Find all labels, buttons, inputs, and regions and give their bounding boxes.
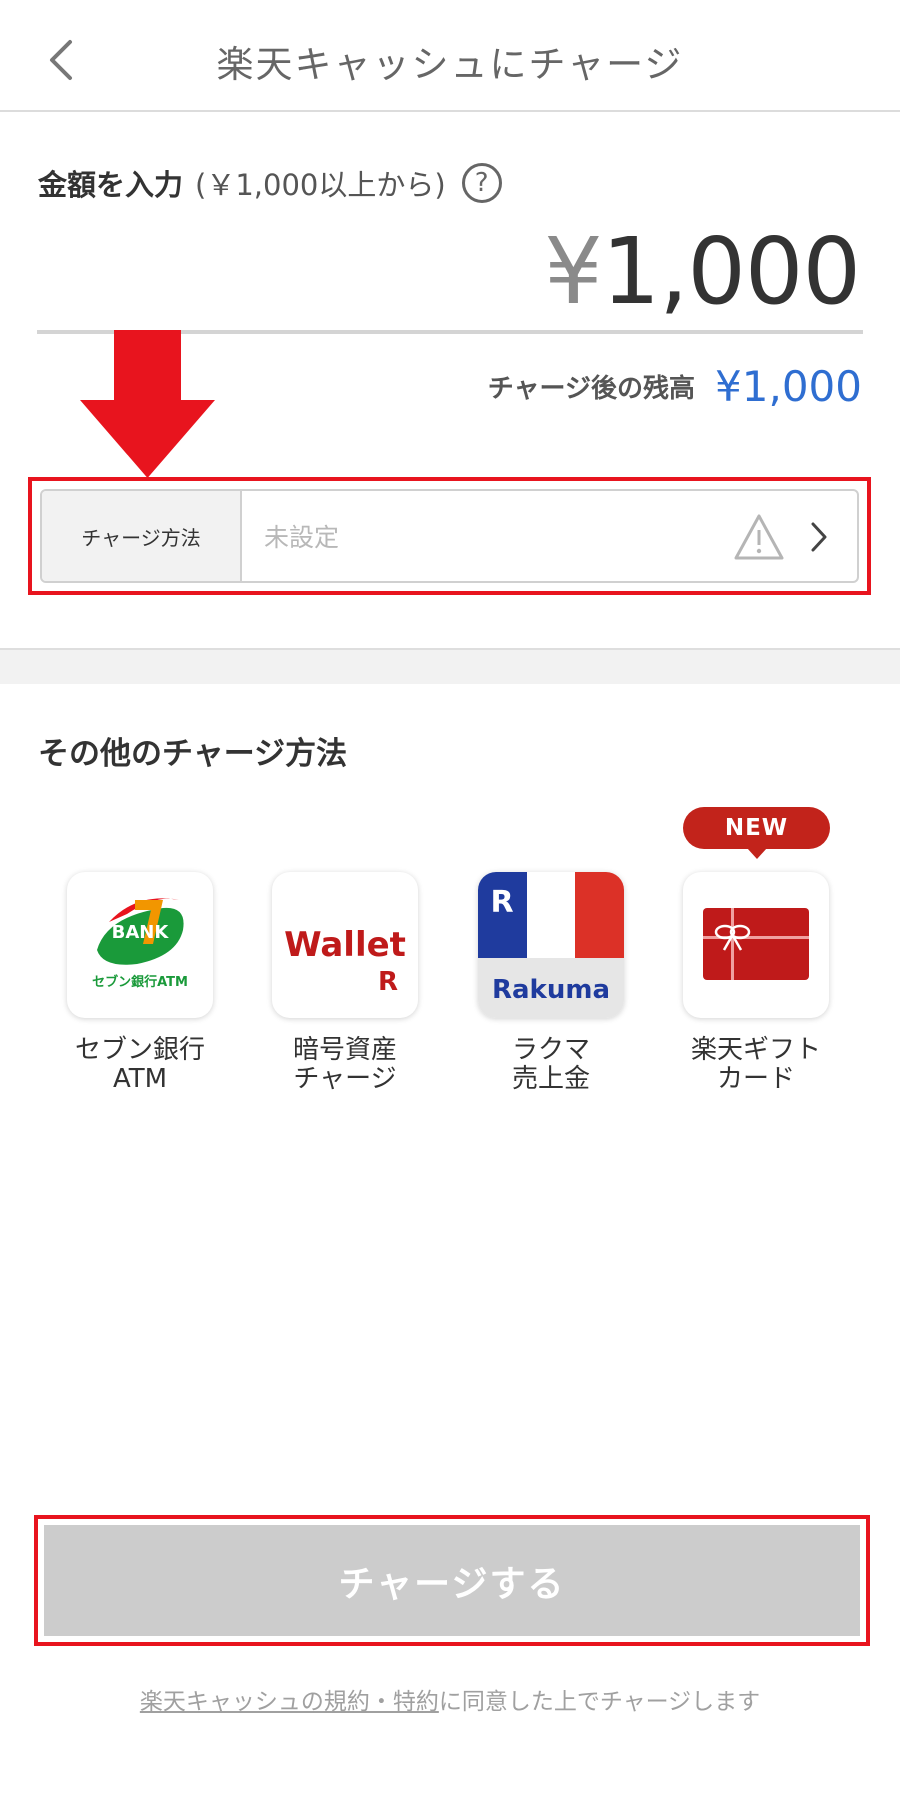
method-tile-label: ラクマ 売上金 [511, 1035, 590, 1094]
method-tile-gift-card[interactable]: 楽天ギフト カード [671, 872, 841, 1094]
annotation-arrow-down [80, 330, 215, 478]
method-tile-rakuma[interactable]: R Rakuma ラクマ 売上金 [466, 872, 636, 1094]
method-tile-label: 暗号資産 チャージ [292, 1035, 397, 1094]
charge-method-selector[interactable]: チャージ方法 未設定 [40, 489, 859, 583]
rakuma-icon-text: Rakuma [492, 975, 610, 1005]
method-tile-label: 楽天ギフト カード [690, 1035, 821, 1094]
method-tile-crypto[interactable]: Wallet R 暗号資産 チャージ [260, 872, 430, 1094]
charge-method-label: チャージ方法 [42, 491, 242, 581]
charge-method-value: 未設定 [264, 523, 340, 552]
amount-minimum-note: (￥1,000以上から) [195, 168, 446, 202]
terms-link[interactable]: 楽天キャッシュの規約・特約 [140, 1689, 439, 1715]
warning-icon [734, 514, 784, 560]
seven-bank-icon-text: BANK [112, 922, 170, 943]
amount-label-row: 金額を入力 (￥1,000以上から) ? [38, 162, 502, 204]
amount-label: 金額を入力 [38, 168, 184, 202]
terms-notice: 楽天キャッシュの規約・特約に同意した上でチャージします [0, 1682, 900, 1716]
rakuma-icon: R Rakuma [478, 872, 624, 1018]
charge-submit-button[interactable]: チャージする [44, 1525, 860, 1636]
terms-text: に同意した上でチャージします [438, 1689, 761, 1715]
seven-bank-icon: BANK セブン銀行ATM [67, 872, 213, 1018]
help-icon[interactable]: ? [461, 163, 502, 203]
chevron-right-icon [811, 522, 827, 552]
rakuten-wallet-icon: Wallet R [272, 872, 418, 1018]
annotation-highlight-submit: チャージする [34, 1515, 870, 1646]
header-bar: 楽天キャッシュにチャージ [0, 0, 900, 112]
other-methods-title: その他のチャージ方法 [38, 736, 348, 772]
balance-value: ¥1,000 [715, 362, 862, 411]
new-badge: NEW [683, 807, 830, 859]
method-tile-label: セブン銀行 ATM [74, 1035, 205, 1094]
annotation-highlight-method: チャージ方法 未設定 [28, 477, 871, 595]
balance-after-charge: チャージ後の残高 ¥1,000 [488, 362, 862, 411]
balance-label: チャージ後の残高 [487, 374, 696, 404]
section-divider [0, 648, 900, 684]
currency-symbol: ¥ [544, 218, 603, 325]
seven-bank-icon-caption: セブン銀行ATM [92, 974, 188, 990]
gift-card-icon [683, 872, 829, 1018]
wallet-icon-text: Wallet [284, 925, 406, 965]
amount-input[interactable]: ¥1,000 [544, 218, 861, 325]
amount-value: 1,000 [601, 218, 861, 325]
wallet-icon-r: R [378, 967, 398, 997]
rakuma-icon-r: R [490, 885, 513, 920]
method-tile-seven-bank[interactable]: BANK セブン銀行ATM セブン銀行 ATM [55, 872, 225, 1094]
page-title: 楽天キャッシュにチャージ [216, 43, 684, 86]
